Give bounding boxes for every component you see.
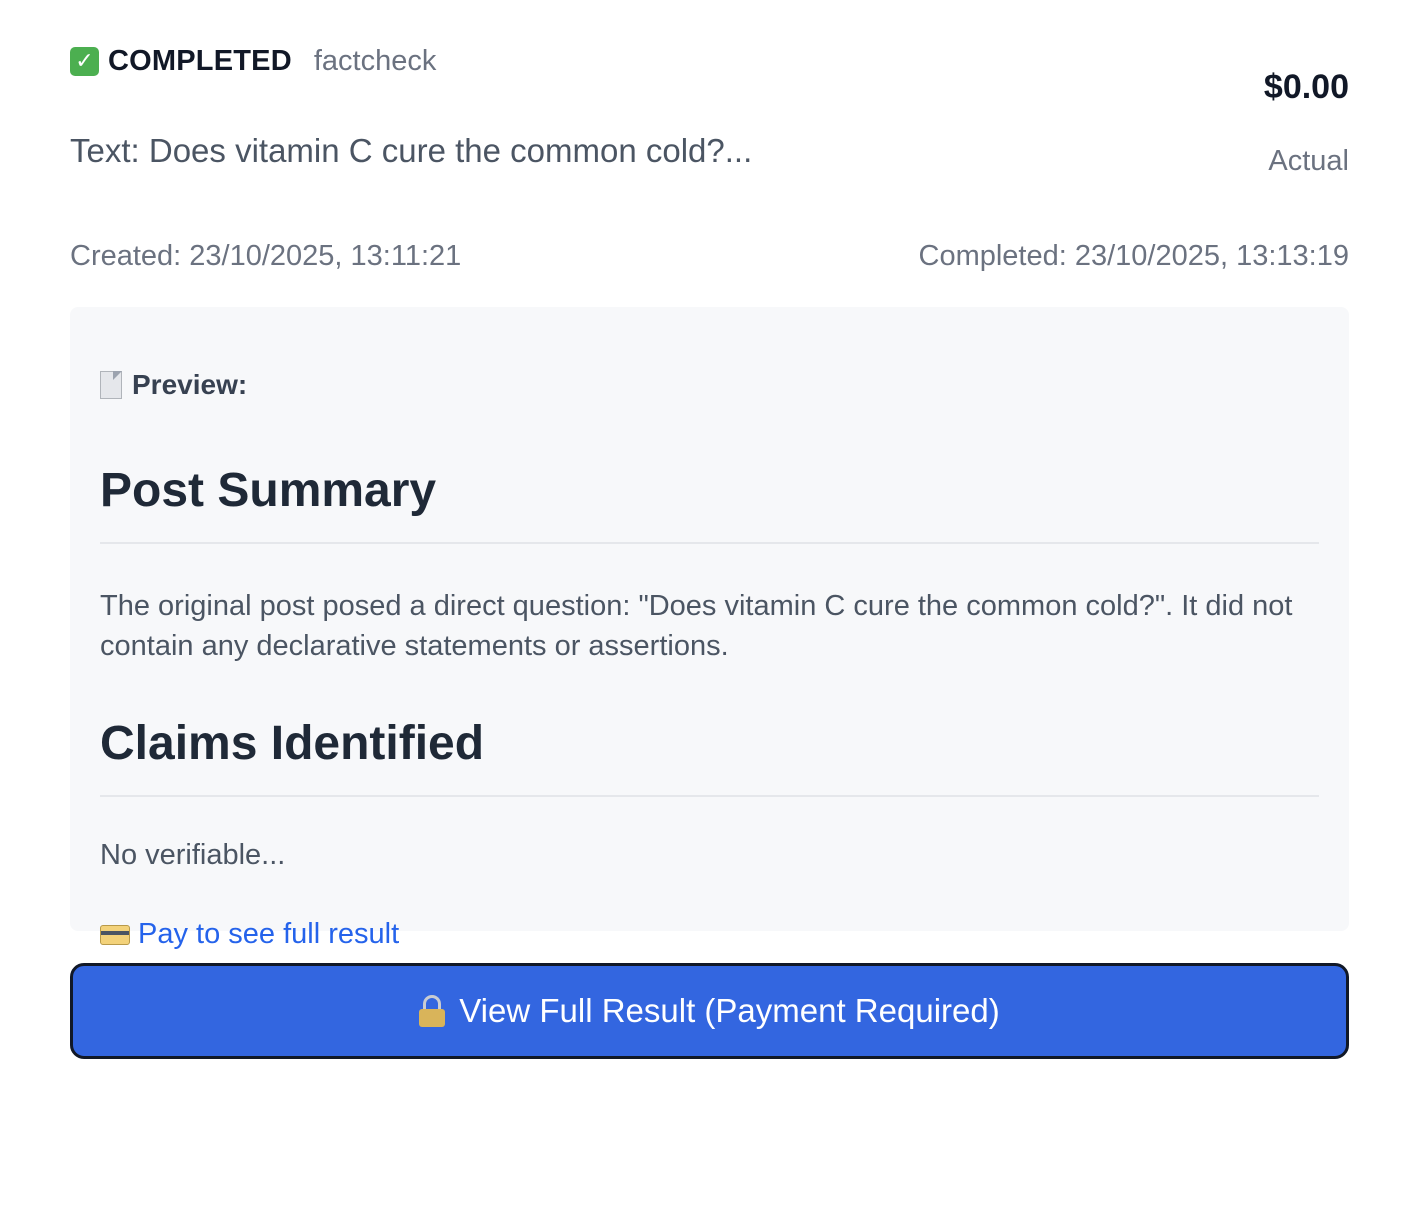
credit-card-icon	[100, 924, 130, 945]
price-note: Actual	[1268, 145, 1349, 177]
subject-text: Text: Does vitamin C cure the common col…	[70, 132, 753, 169]
header-left: ✓ COMPLETED factcheck Text: Does vitamin…	[70, 36, 752, 170]
post-summary-text: The original post posed a direct questio…	[100, 590, 1293, 662]
preview-label: Preview:	[100, 369, 1319, 401]
claims-identified-heading: Claims Identified	[100, 717, 485, 770]
post-summary-heading: Post Summary	[100, 464, 437, 517]
view-full-result-button[interactable]: View Full Result (Payment Required)	[70, 963, 1349, 1059]
pay-link-row: Pay to see full result	[100, 918, 1319, 951]
created-timestamp: Created: 23/10/2025, 13:11:21	[70, 240, 462, 272]
preview-panel: Preview: Post Summary The original post …	[70, 307, 1349, 950]
price-amount: $0.00	[1263, 68, 1349, 106]
document-icon	[100, 371, 122, 399]
view-full-result-label: View Full Result (Payment Required)	[459, 992, 1000, 1029]
completed-timestamp: Completed: 23/10/2025, 13:13:19	[918, 240, 1350, 272]
claims-identified-text: No verifiable...	[100, 839, 286, 871]
status-label: COMPLETED	[108, 44, 292, 77]
header-right: $0.00 Actual	[1264, 36, 1349, 178]
section-divider	[100, 795, 1319, 797]
pay-to-see-link[interactable]: Pay to see full result	[138, 918, 399, 951]
check-mark-icon: ✓	[70, 46, 99, 76]
result-card: ✓ COMPLETED factcheck Text: Does vitamin…	[70, 36, 1349, 1059]
lock-icon	[419, 995, 446, 1027]
timestamps-row: Created: 23/10/2025, 13:11:21 Completed:…	[70, 240, 1349, 273]
job-type-label: factcheck	[313, 44, 437, 77]
status-line: ✓ COMPLETED factcheck	[70, 36, 752, 86]
preview-label-text: Preview:	[132, 369, 248, 400]
section-divider	[100, 542, 1319, 544]
card-header: ✓ COMPLETED factcheck Text: Does vitamin…	[70, 36, 1349, 178]
